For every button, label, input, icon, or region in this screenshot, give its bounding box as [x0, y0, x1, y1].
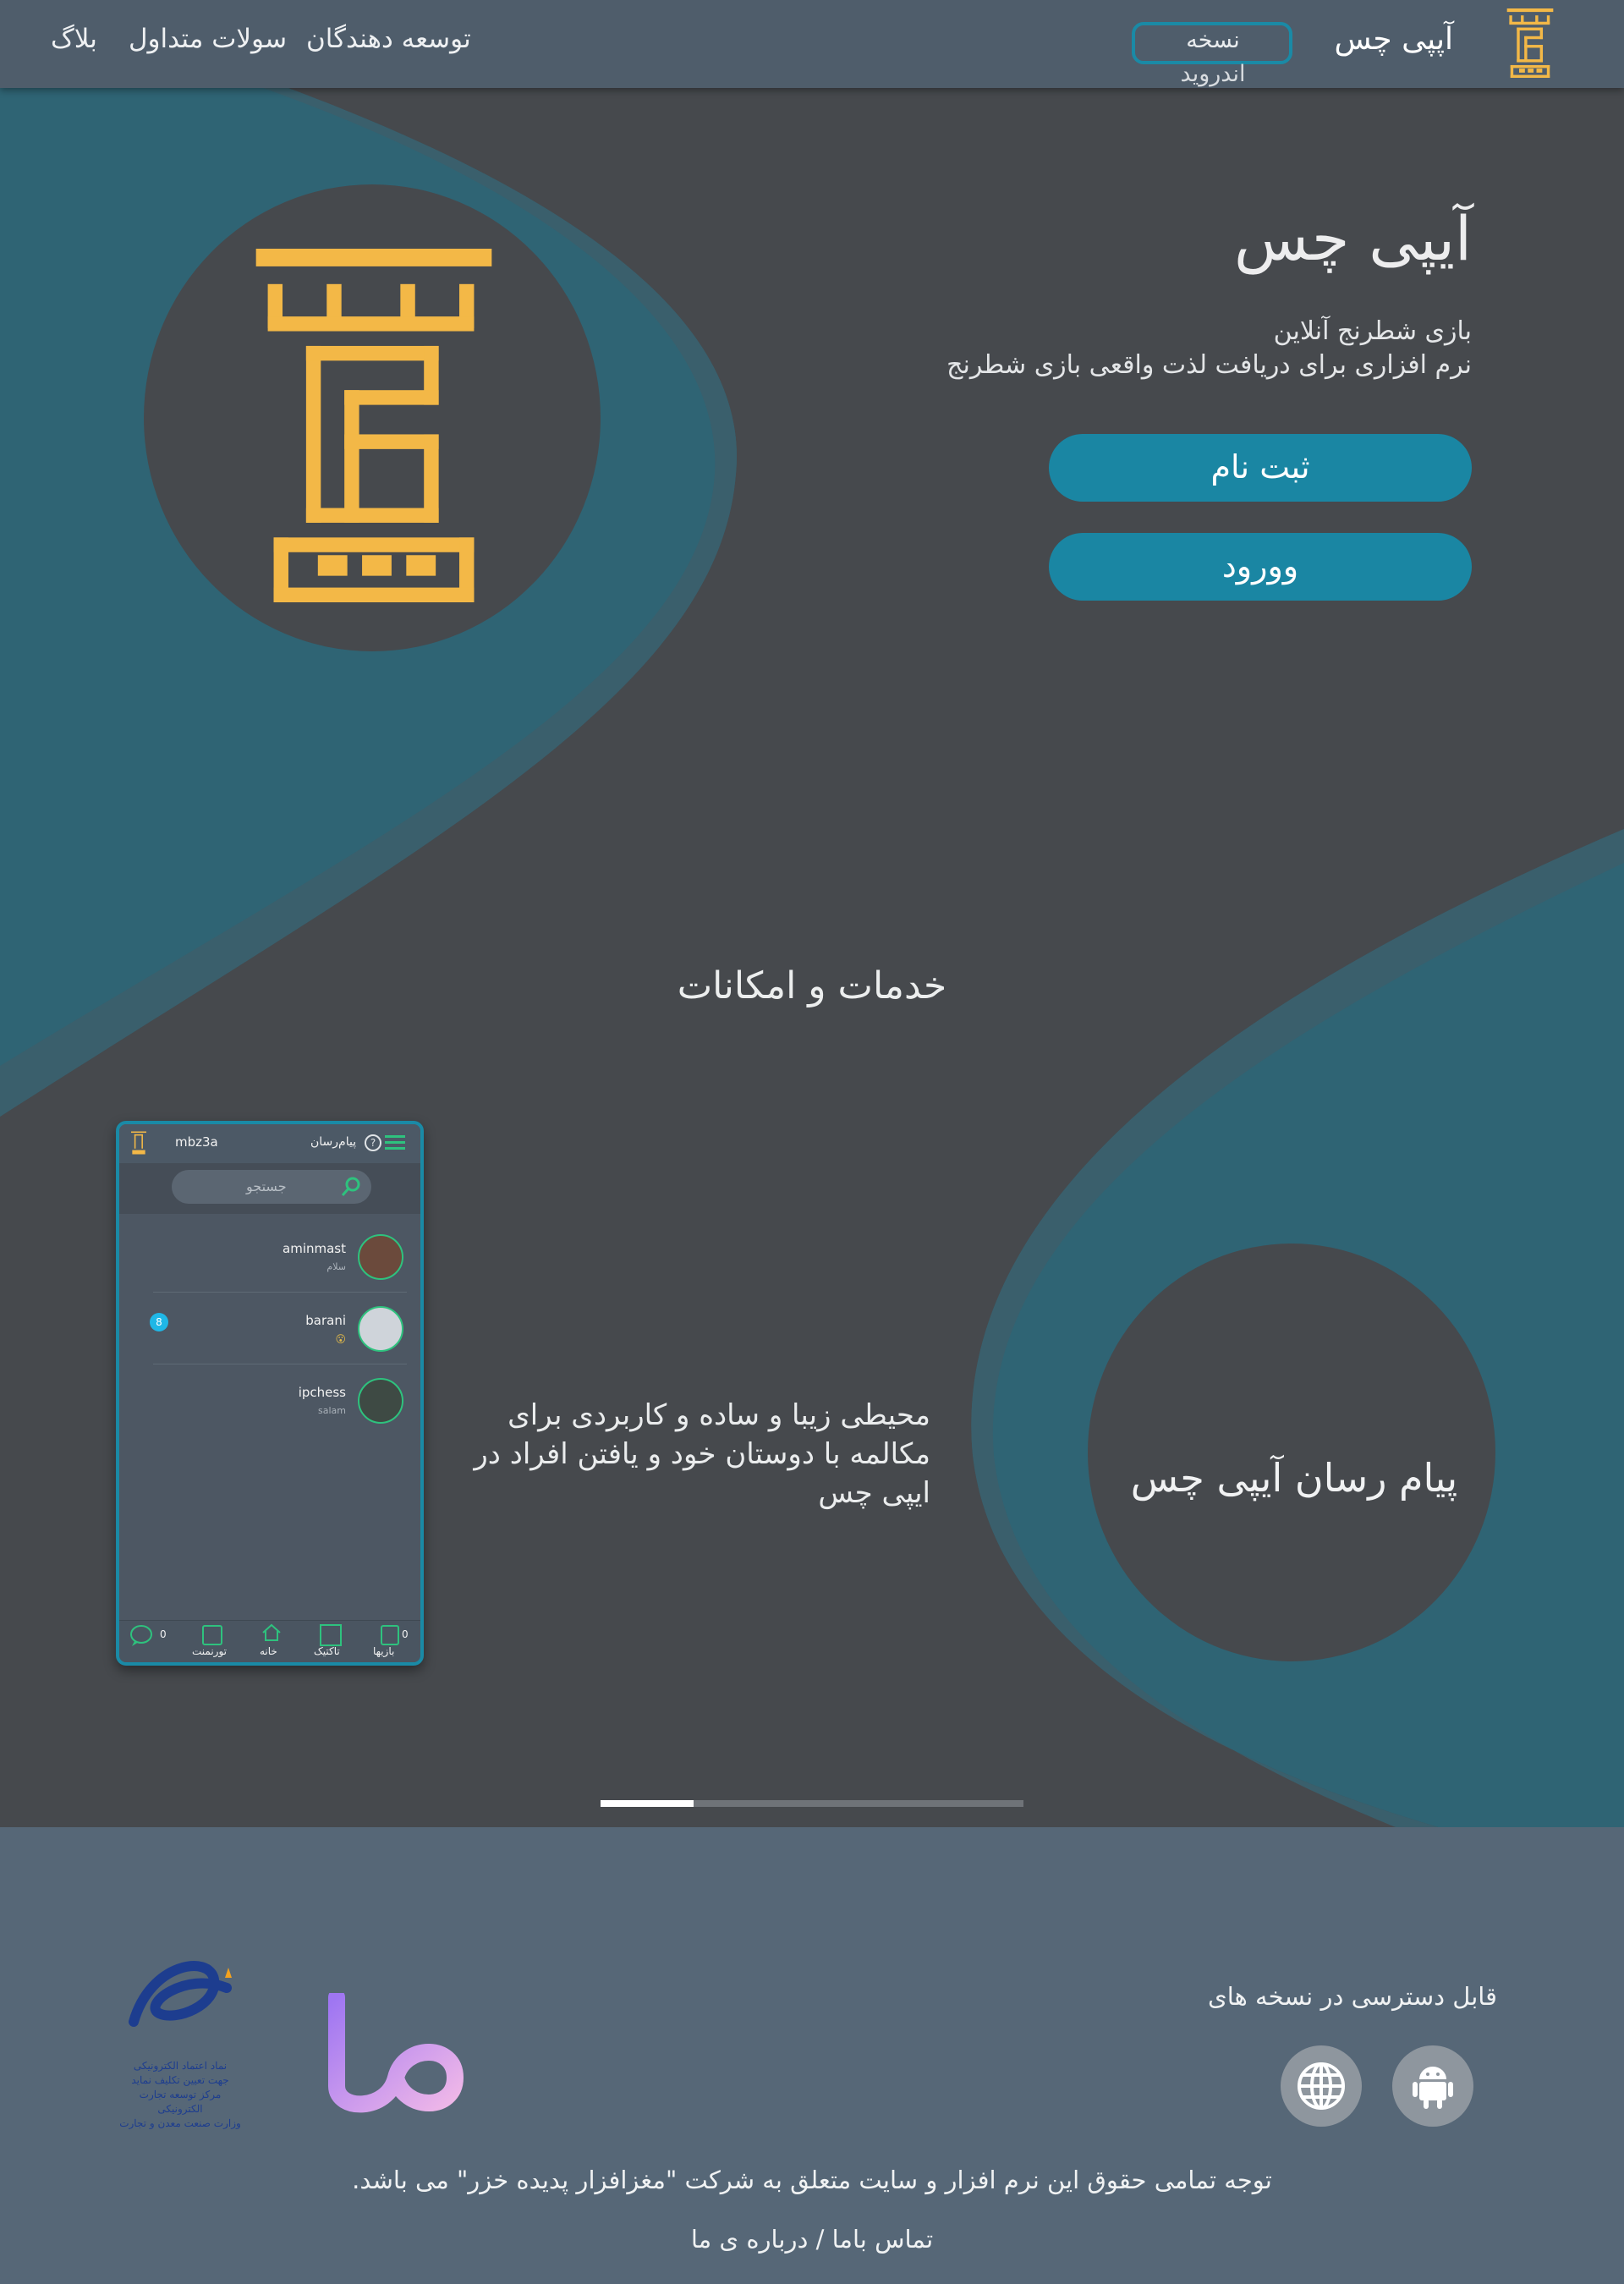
enamad-text: نماد اعتماد الکترونیکی جهت تعیین تکلیف ن… [119, 2060, 241, 2129]
bottom-nav-messages[interactable]: 0 [129, 1623, 177, 1662]
contact-name: ipchess [298, 1385, 346, 1400]
contact-message: 😮 [335, 1333, 346, 1345]
enamad-badge[interactable]: نماد اعتماد الکترونیکی جهت تعیین تکلیف ن… [117, 1954, 244, 2149]
rook-logo-icon[interactable] [1506, 8, 1554, 78]
hero-subtitle-2: نرم افزاری برای دریافت لذت واقعی بازی شط… [946, 350, 1472, 380]
bottom-nav-count: 0 [160, 1628, 167, 1640]
enamad-logo-icon [129, 1961, 232, 2027]
phone-screen-title: پیام‌رسان [310, 1135, 357, 1149]
services-title: خدمات و امکانات [677, 964, 947, 1007]
list-item[interactable]: barani 😮 8 [119, 1298, 420, 1365]
about-link[interactable]: درباره ی ما [691, 2225, 809, 2254]
search-icon[interactable] [339, 1175, 363, 1199]
rook-logo-icon [131, 1131, 146, 1155]
version-button-sublabel: اندروید [1180, 61, 1246, 87]
version-button-label: نسخه [1186, 27, 1240, 53]
bottom-nav-home[interactable]: خانه [248, 1623, 295, 1662]
footer [0, 1827, 1624, 2284]
android-download-button[interactable] [1392, 2045, 1473, 2127]
carousel-progress-fill [601, 1800, 694, 1807]
copyright-text: .توجه تمامی حقوق این نرم افزار و سایت مت… [352, 2166, 1272, 2194]
bottom-nav-games[interactable]: بازیها 0 [366, 1623, 414, 1662]
login-button[interactable]: وورود [1049, 533, 1472, 601]
divider [153, 1292, 407, 1293]
bottom-nav-tactic[interactable]: تاکتیک [307, 1623, 354, 1662]
list-item[interactable]: aminmast سلام [119, 1226, 420, 1293]
contact-message: سلام [326, 1261, 346, 1272]
slide-description: محیطی زیبا و ساده و کاربردی برای مکالمه … [474, 1398, 930, 1510]
brand-name[interactable]: آپپی چس [1335, 22, 1453, 57]
register-button[interactable]: ثبت نام [1049, 434, 1472, 502]
bottom-nav-label: تاکتیک [314, 1645, 340, 1657]
top-header: توسعه دهندگان سولات متداول بلاگ نسخه اند… [0, 0, 1624, 88]
unread-badge: 8 [150, 1313, 168, 1331]
carousel-progress-track[interactable] [601, 1800, 1023, 1807]
available-platforms-text: قابل دسترسی در نسخه های [1208, 1982, 1497, 2011]
globe-icon [1298, 2062, 1345, 2110]
avatar [358, 1234, 403, 1280]
ma-logo-icon[interactable] [328, 1993, 464, 2117]
android-icon [1413, 2067, 1453, 2109]
bottom-nav-label: تورنمنت [192, 1645, 228, 1657]
chat-icon [130, 1625, 152, 1646]
home-icon [262, 1623, 281, 1641]
contact-name: aminmast [283, 1241, 346, 1256]
footer-links: تماس باما / درباره ی ما [0, 2225, 1624, 2254]
hero-title: آیپی چس [1234, 203, 1472, 274]
contact-name: barani [305, 1313, 346, 1328]
bottom-nav-count: 0 [402, 1628, 409, 1640]
nav-link-blog[interactable]: بلاگ [51, 24, 97, 54]
avatar [358, 1378, 403, 1424]
bottom-nav-label: بازیها [373, 1645, 395, 1657]
search-placeholder: جستجو [246, 1178, 287, 1194]
contact-link[interactable]: تماس باما [832, 2225, 934, 2254]
rook-logo-icon [255, 249, 492, 602]
phone-screenshot: mbz3a پیام‌رسان ? جستجو aminmast سلام ba… [116, 1121, 424, 1666]
slide-title: پیام رسان آیپی چس [1130, 1455, 1458, 1501]
nav-link-faq[interactable]: سولات متداول [129, 24, 287, 54]
hero-subtitle-1: بازی شطرنج آنلاین [1273, 316, 1472, 346]
help-icon[interactable]: ? [365, 1134, 381, 1151]
bottom-nav-label: خانه [260, 1645, 277, 1657]
bottom-nav-tournament[interactable]: تورنمنت [187, 1623, 238, 1662]
avatar [358, 1306, 403, 1352]
slide-title-circle [1088, 1244, 1495, 1661]
web-version-button[interactable] [1281, 2045, 1362, 2127]
menu-icon[interactable] [385, 1135, 405, 1150]
link-separator: / [815, 2225, 825, 2254]
nav-link-developers[interactable]: توسعه دهندگان [306, 24, 471, 54]
phone-username: mbz3a [175, 1134, 218, 1150]
list-item[interactable]: ipchess salam [119, 1370, 420, 1437]
contact-message: salam [318, 1405, 346, 1416]
